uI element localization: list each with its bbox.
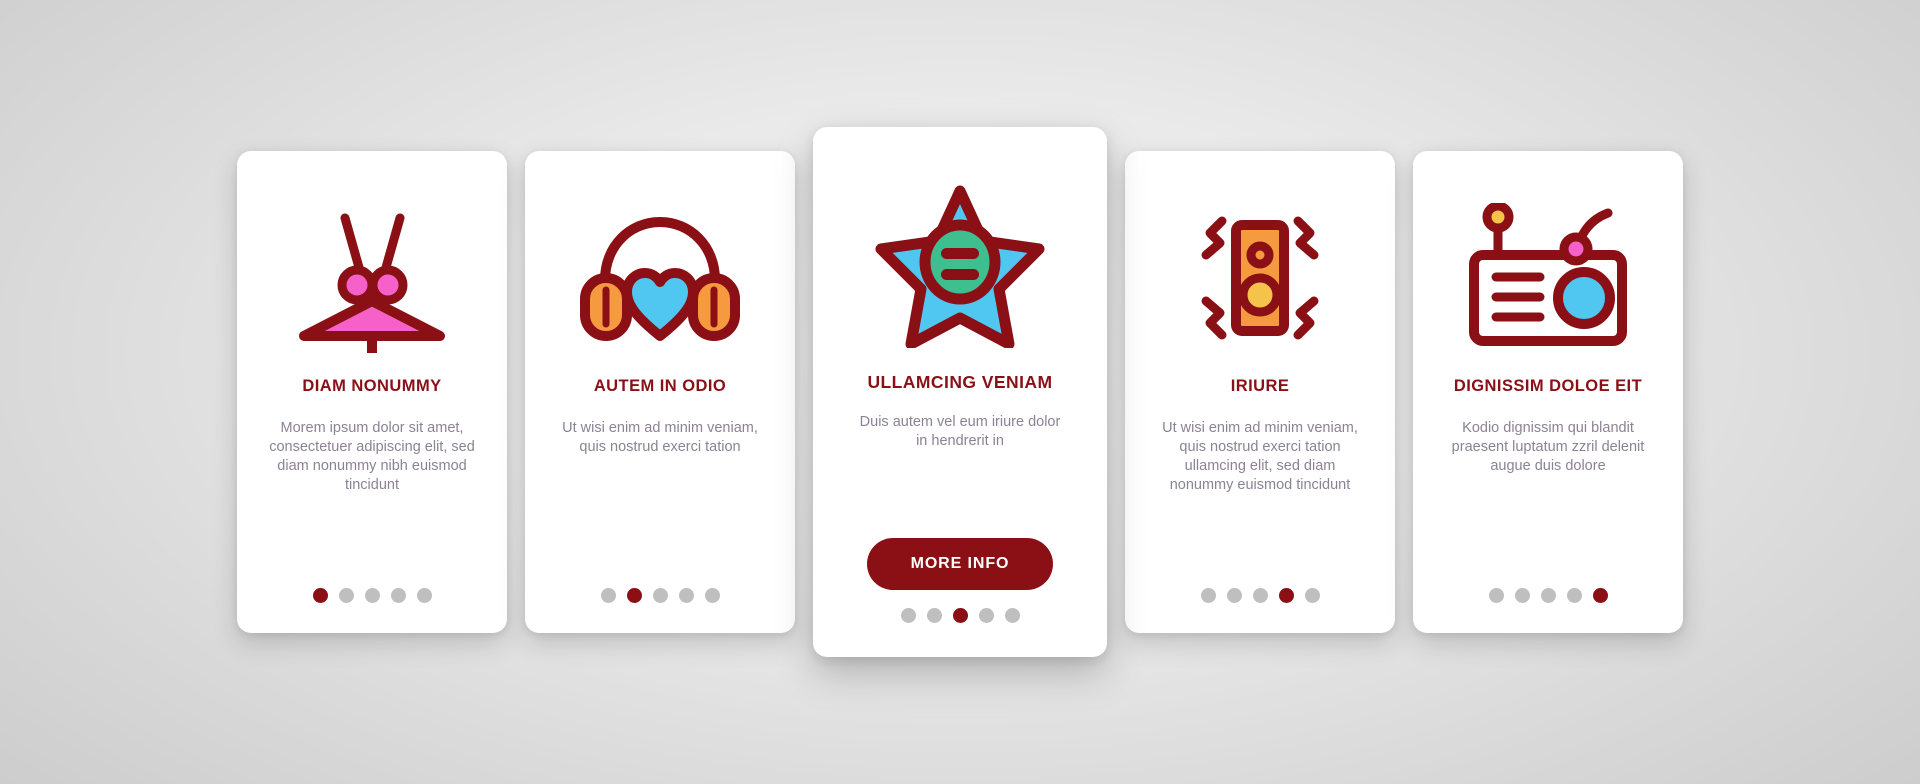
pagination-dot[interactable] <box>1226 588 1242 603</box>
pagination-dot[interactable] <box>338 588 354 603</box>
speaker-soundwaves-icon <box>1201 216 1319 340</box>
pagination-dot[interactable] <box>416 588 432 603</box>
card-title: ULLAMCING VENIAM <box>867 372 1053 392</box>
card-illustration <box>547 193 773 363</box>
pagination-dots <box>1200 588 1320 603</box>
card-body-text: Morem ipsum dolor sit amet, consectetuer… <box>269 419 475 494</box>
pagination-dot[interactable] <box>652 588 668 603</box>
card-body-text: Ut wisi enim ad minim veniam, quis nostr… <box>1162 419 1358 494</box>
pagination-dot-active[interactable] <box>952 608 968 623</box>
card-body-text: Ut wisi enim ad minim veniam, quis nostr… <box>562 419 758 455</box>
pagination-dot[interactable] <box>390 588 406 603</box>
card-illustration <box>1435 193 1661 363</box>
card-iriure: IRIURE Ut wisi enim ad minim veniam, quis… <box>1125 151 1395 633</box>
card-illustration <box>259 193 485 363</box>
pagination-dot[interactable] <box>978 608 994 623</box>
card-diam-nonummy: DIAM NONUMMY Morem ipsum dolor sit amet, … <box>237 151 507 633</box>
card-illustration <box>837 173 1083 358</box>
pagination-dot[interactable] <box>1514 588 1530 603</box>
pagination-dots <box>900 608 1020 623</box>
more-info-button[interactable]: MORE INFO <box>866 538 1054 590</box>
card-body-text: Kodio dignissim qui blandit praesent lup… <box>1451 419 1645 475</box>
card-illustration <box>1147 193 1373 363</box>
pagination-dot[interactable] <box>704 588 720 603</box>
pagination-dot-active[interactable] <box>626 588 642 603</box>
pagination-dot[interactable] <box>1488 588 1504 603</box>
pagination-dot[interactable] <box>1540 588 1556 603</box>
pagination-dot-active[interactable] <box>312 588 328 603</box>
card-body-text: Duis autem vel eum iriure dolor in hendr… <box>859 414 1061 450</box>
pagination-dot-active[interactable] <box>1592 588 1608 603</box>
pagination-dots <box>1488 588 1608 603</box>
onboarding-card-deck: DIAM NONUMMY Morem ipsum dolor sit amet, … <box>0 0 1920 784</box>
pagination-dot[interactable] <box>678 588 694 603</box>
card-autem-in-odio: AUTEM IN ODIO Ut wisi enim ad minim venia… <box>525 151 795 633</box>
pagination-dot[interactable] <box>1200 588 1216 603</box>
card-title: IRIURE <box>1230 377 1290 395</box>
pagination-dot[interactable] <box>1566 588 1582 603</box>
pagination-dot[interactable] <box>926 608 942 623</box>
drum-sticks-icon <box>299 213 445 353</box>
pagination-dot[interactable] <box>600 588 616 603</box>
pagination-dots <box>600 588 720 603</box>
card-title: AUTEM IN ODIO <box>593 377 727 395</box>
card-ullamcing-veniam: ULLAMCING VENIAM Duis autem vel eum iriur… <box>813 127 1107 657</box>
card-title: DIAM NONUMMY <box>302 377 442 395</box>
card-title: DIGNISSIM DOLOE EIT <box>1453 377 1643 395</box>
pagination-dot[interactable] <box>1304 588 1320 603</box>
radio-receiver-icon <box>1469 203 1627 346</box>
pagination-dots <box>312 588 432 603</box>
pagination-dot[interactable] <box>1252 588 1268 603</box>
pagination-dot[interactable] <box>364 588 380 603</box>
card-dignissim-doloe-eit: DIGNISSIM DOLOE EIT Kodio dignissim qui b… <box>1413 151 1683 633</box>
star-equalizer-icon <box>875 185 1044 348</box>
pagination-dot-active[interactable] <box>1278 588 1294 603</box>
pagination-dot[interactable] <box>900 608 916 623</box>
headphones-heart-icon <box>580 216 740 341</box>
pagination-dot[interactable] <box>1004 608 1020 623</box>
